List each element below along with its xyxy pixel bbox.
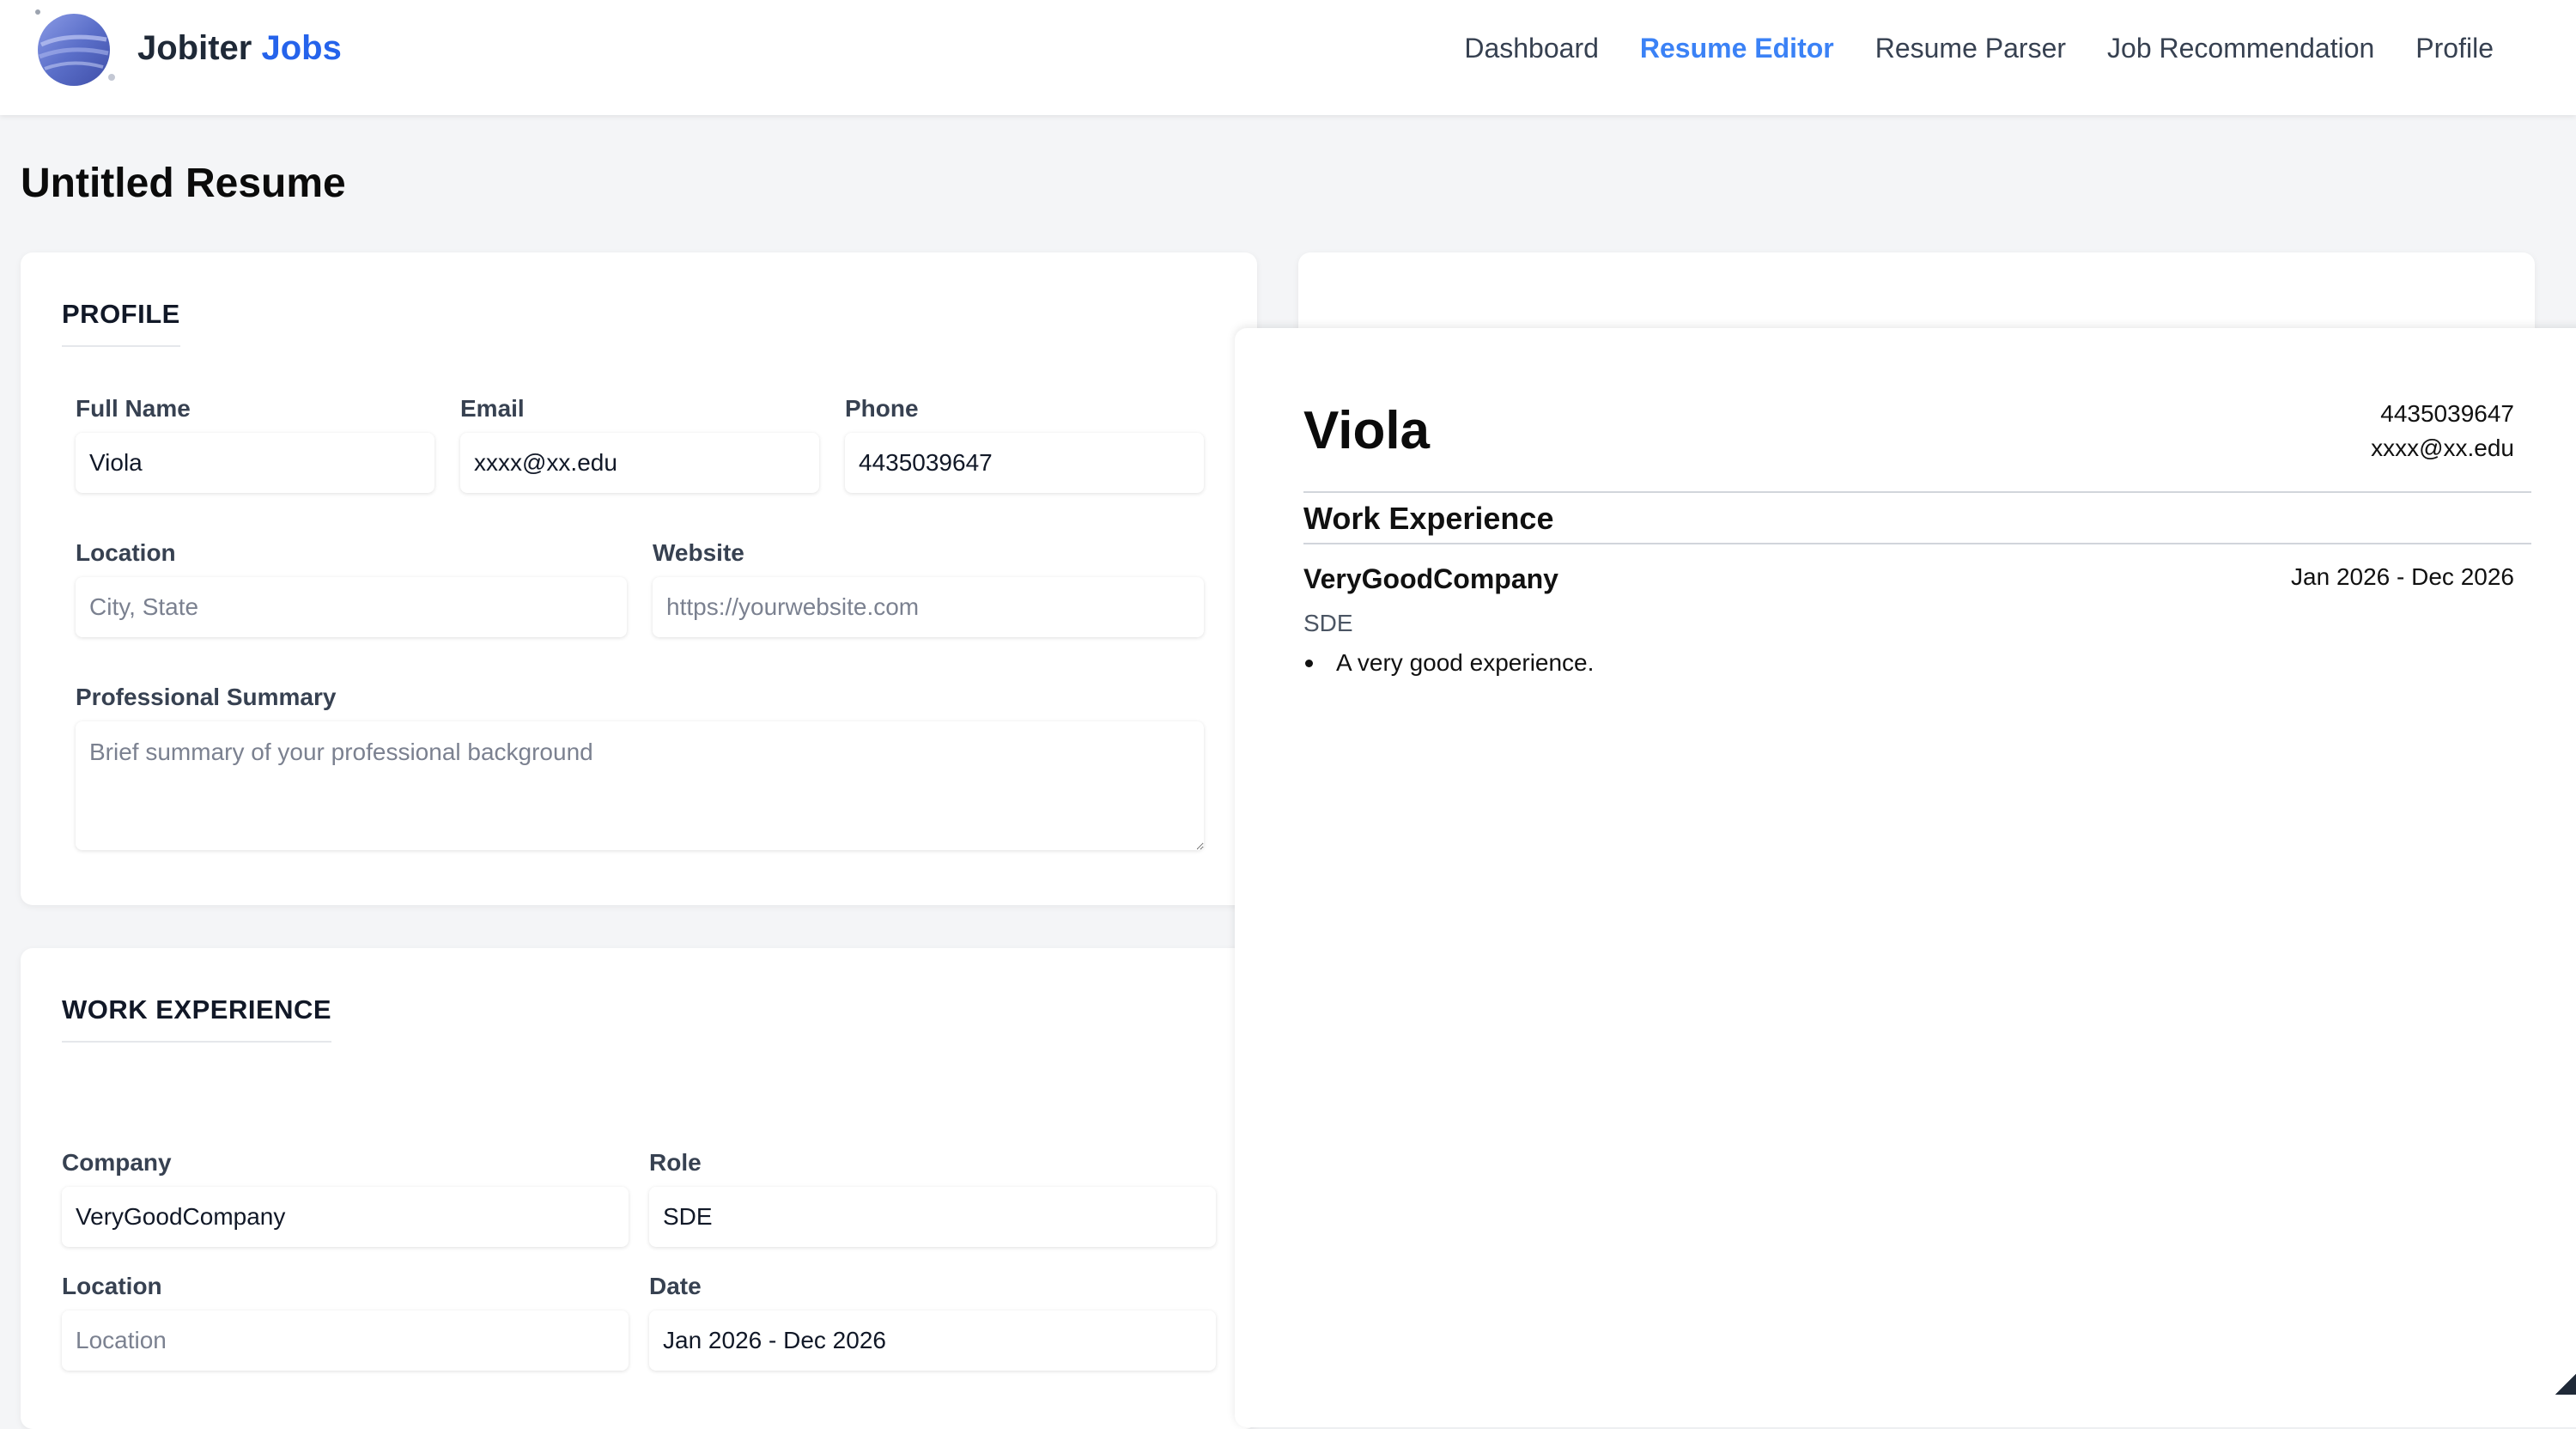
- work-experience-section: WORK EXPERIENCE Company Role Location Da…: [21, 948, 1257, 1429]
- brand-name[interactable]: Jobiter Jobs: [137, 26, 342, 70]
- date-input[interactable]: [649, 1310, 1216, 1371]
- profile-heading: PROFILE: [62, 299, 180, 347]
- nav-profile[interactable]: Profile: [2415, 26, 2494, 70]
- date-label: Date: [649, 1271, 702, 1302]
- role-label: Role: [649, 1147, 702, 1178]
- preview-email: xxxx@xx.edu: [2371, 431, 2514, 465]
- preview-bullet-list: A very good experience.: [1303, 646, 1594, 680]
- full-name-label: Full Name: [76, 393, 191, 424]
- brand-name-accent: Jobs: [261, 29, 341, 67]
- company-input[interactable]: [62, 1187, 629, 1247]
- top-navbar: Jobiter Jobs Dashboard Resume Editor Res…: [0, 0, 2576, 115]
- preview-date: Jan 2026 - Dec 2026: [2291, 560, 2514, 594]
- main-nav: Dashboard Resume Editor Resume Parser Jo…: [1464, 26, 2494, 70]
- summary-textarea[interactable]: [76, 721, 1204, 850]
- company-label: Company: [62, 1147, 172, 1178]
- full-name-input[interactable]: [76, 433, 434, 493]
- preview-divider-top: [1303, 491, 2531, 493]
- preview-contact: 4435039647 xxxx@xx.edu: [2371, 397, 2514, 465]
- brand-name-primary: Jobiter: [137, 29, 252, 67]
- profile-section: PROFILE Full Name Email Phone Location W…: [21, 252, 1257, 905]
- work-location-label: Location: [62, 1271, 162, 1302]
- preview-divider-section: [1303, 543, 2531, 544]
- preview-section-title: Work Experience: [1303, 498, 1553, 539]
- website-label: Website: [653, 538, 744, 569]
- work-location-input[interactable]: [62, 1310, 629, 1371]
- location-input[interactable]: [76, 577, 627, 637]
- phone-input[interactable]: [845, 433, 1204, 493]
- jobiter-logo-icon[interactable]: [33, 7, 115, 89]
- nav-resume-parser[interactable]: Resume Parser: [1875, 26, 2066, 70]
- preview-company: VeryGoodCompany: [1303, 560, 1558, 598]
- summary-label: Professional Summary: [76, 682, 336, 713]
- nav-resume-editor[interactable]: Resume Editor: [1640, 26, 1834, 70]
- preview-role: SDE: [1303, 606, 1353, 641]
- nav-job-recommendation[interactable]: Job Recommendation: [2107, 26, 2374, 70]
- resize-corner-icon: [2555, 1374, 2576, 1395]
- page-title: Untitled Resume: [21, 158, 346, 210]
- role-input[interactable]: [649, 1187, 1216, 1247]
- work-experience-heading: WORK EXPERIENCE: [62, 994, 331, 1043]
- email-label: Email: [460, 393, 525, 424]
- resume-preview: Viola 4435039647 xxxx@xx.edu Work Experi…: [1235, 328, 2576, 1427]
- email-input[interactable]: [460, 433, 819, 493]
- location-label: Location: [76, 538, 176, 569]
- phone-label: Phone: [845, 393, 919, 424]
- preview-phone: 4435039647: [2371, 397, 2514, 431]
- preview-name: Viola: [1303, 398, 1430, 464]
- website-input[interactable]: [653, 577, 1204, 637]
- nav-dashboard[interactable]: Dashboard: [1464, 26, 1599, 70]
- preview-bullet-item: A very good experience.: [1303, 646, 1594, 680]
